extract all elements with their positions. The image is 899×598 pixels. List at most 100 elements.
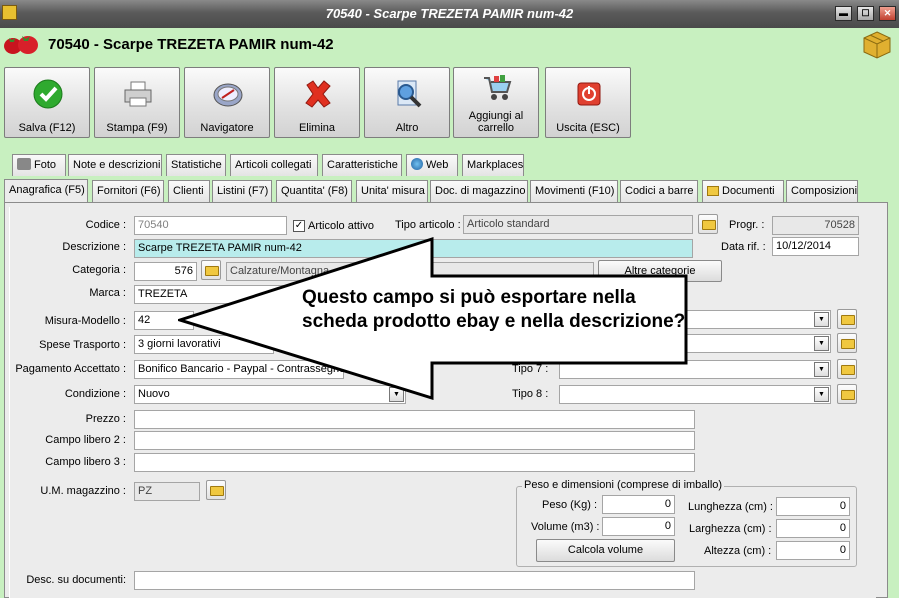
tab-statistiche[interactable]: Statistiche	[166, 154, 226, 176]
tipo8-folder-icon[interactable]	[837, 384, 857, 404]
tipo6-folder-icon[interactable]	[837, 333, 857, 353]
tab-documenti[interactable]: Documenti	[702, 180, 784, 202]
tab-movimenti[interactable]: Movimenti (F10)	[530, 180, 618, 202]
um-magazzino-field[interactable]: PZ	[134, 482, 200, 501]
codice-field[interactable]: 70540	[134, 216, 287, 235]
pagamento-label: Pagamento Accettato :	[15, 363, 126, 375]
callout-text: Questo campo si può esportare nella sche…	[302, 287, 686, 332]
peso-dimensioni-title: Peso e dimensioni (comprese di imballo)	[522, 479, 725, 491]
save-button[interactable]: Salva (F12)	[4, 67, 90, 138]
other-button[interactable]: Altro	[364, 67, 450, 138]
data-rif-label: Data rif. :	[721, 241, 766, 253]
minimize-button[interactable]: ▬	[835, 6, 852, 21]
larghezza-field[interactable]: 0	[776, 519, 850, 538]
shopping-cart-icon	[484, 75, 512, 100]
tab-foto[interactable]: Foto	[12, 154, 66, 176]
larghezza-label: Larghezza (cm) :	[689, 523, 772, 535]
add-to-cart-label-2: carrello	[477, 122, 515, 134]
tab-caratteristiche[interactable]: Caratteristiche	[322, 154, 402, 176]
delete-button[interactable]: Elimina	[274, 67, 360, 138]
exit-button[interactable]: Uscita (ESC)	[545, 67, 631, 138]
tipo7-folder-icon[interactable]	[837, 359, 857, 379]
tipo-articolo-field[interactable]: Articolo standard	[463, 215, 693, 234]
magnifier-document-icon	[397, 80, 422, 108]
codice-label: Codice :	[85, 219, 126, 231]
volume-field[interactable]: 0	[602, 517, 675, 536]
tipo-articolo-folder-icon[interactable]	[698, 214, 718, 234]
tab-quantita[interactable]: Quantita' (F8)	[276, 180, 352, 202]
lunghezza-label: Lunghezza (cm) :	[688, 501, 773, 513]
strawberry-icon	[4, 36, 38, 54]
other-label: Altro	[395, 122, 419, 134]
desc-documenti-label: Desc. su documenti:	[26, 574, 126, 586]
um-folder-icon[interactable]	[206, 480, 226, 500]
save-label: Salva (F12)	[18, 122, 76, 134]
tab-fornitori[interactable]: Fornitori (F6)	[92, 180, 164, 202]
peso-label: Peso (Kg) :	[542, 499, 598, 511]
peso-field[interactable]: 0	[602, 495, 675, 514]
chevron-down-icon[interactable]: ▼	[814, 387, 829, 402]
campo-libero-3-field[interactable]	[134, 453, 695, 472]
chevron-down-icon[interactable]: ▼	[814, 336, 829, 351]
tab-codici-barre[interactable]: Codici a barre	[620, 180, 698, 202]
close-button[interactable]: ✕	[879, 6, 896, 21]
tab-doc-magazzino[interactable]: Doc. di magazzino	[430, 180, 528, 202]
globe-icon	[411, 158, 423, 170]
tab-clienti[interactable]: Clienti	[168, 180, 210, 202]
progr-field[interactable]: 70528	[772, 216, 859, 235]
exit-label: Uscita (ESC)	[556, 122, 620, 134]
checkmark-icon	[33, 79, 63, 109]
campo-libero-2-label: Campo libero 2 :	[45, 434, 126, 446]
lunghezza-field[interactable]: 0	[776, 497, 850, 516]
altezza-label: Altezza (cm) :	[704, 545, 772, 557]
articolo-attivo-label: Articolo attivo	[308, 220, 375, 232]
power-exit-icon	[577, 82, 601, 106]
folder-icon	[707, 186, 719, 196]
add-to-cart-button[interactable]: Aggiungi al carrello	[453, 67, 539, 138]
calcola-volume-button[interactable]: Calcola volume	[536, 539, 675, 562]
record-title: 70540 - Scarpe TREZETA PAMIR num-42	[48, 36, 334, 53]
tab-note-descrizioni[interactable]: Note e descrizioni	[68, 154, 162, 176]
tipo5-folder-icon[interactable]	[837, 309, 857, 329]
misura-modello-label: Misura-Modello :	[44, 315, 126, 327]
tab-markplaces[interactable]: Markplaces	[462, 154, 524, 176]
spese-trasporto-label: Spese Trasporto :	[39, 339, 126, 351]
delete-label: Elimina	[298, 122, 336, 134]
articolo-attivo-checkbox[interactable]: ✓	[293, 220, 305, 232]
condizione-label: Condizione :	[64, 388, 126, 400]
navigator-button[interactable]: Navigatore	[184, 67, 270, 138]
tab-composizioni[interactable]: Composizioni	[786, 180, 858, 202]
volume-label: Volume (m3) :	[531, 521, 600, 533]
maximize-button[interactable]: ☐	[857, 6, 874, 21]
tab-listini[interactable]: Listini (F7)	[212, 180, 272, 202]
um-magazzino-label: U.M. magazzino :	[40, 485, 126, 497]
tab-web[interactable]: Web	[406, 154, 458, 176]
tab-articoli-collegati[interactable]: Articoli collegati	[230, 154, 318, 176]
categoria-label: Categoria :	[72, 264, 126, 276]
add-to-cart-label-1: Aggiungi al	[468, 110, 524, 122]
desc-documenti-field[interactable]	[134, 571, 695, 590]
prezzo-field[interactable]	[134, 410, 695, 429]
altezza-field[interactable]: 0	[776, 541, 850, 560]
tab-anagrafica[interactable]: Anagrafica (F5)	[4, 179, 88, 203]
campo-libero-2-field[interactable]	[134, 431, 695, 450]
navigator-label: Navigatore	[200, 122, 254, 134]
progr-label: Progr. :	[729, 219, 765, 231]
chevron-down-icon[interactable]: ▼	[814, 362, 829, 377]
chevron-down-icon[interactable]: ▼	[814, 312, 829, 327]
print-button[interactable]: Stampa (F9)	[94, 67, 180, 138]
printer-icon	[124, 81, 152, 107]
window-title: 70540 - Scarpe TREZETA PAMIR num-42	[325, 6, 574, 21]
campo-libero-3-label: Campo libero 3 :	[45, 456, 126, 468]
print-label: Stampa (F9)	[106, 122, 168, 134]
record-header: 70540 - Scarpe TREZETA PAMIR num-42	[0, 28, 899, 62]
compass-icon	[213, 83, 243, 107]
window-titlebar: 70540 - Scarpe TREZETA PAMIR num-42 ▬ ☐ …	[0, 0, 899, 28]
package-icon	[863, 31, 891, 59]
tipo-articolo-label: Tipo articolo :	[395, 219, 461, 231]
delete-x-icon	[305, 80, 331, 108]
camera-icon	[17, 158, 31, 170]
data-rif-field[interactable]: 10/12/2014	[772, 237, 859, 256]
tab-unita-misura[interactable]: Unita' misura	[356, 180, 428, 202]
marca-label: Marca :	[89, 287, 126, 299]
